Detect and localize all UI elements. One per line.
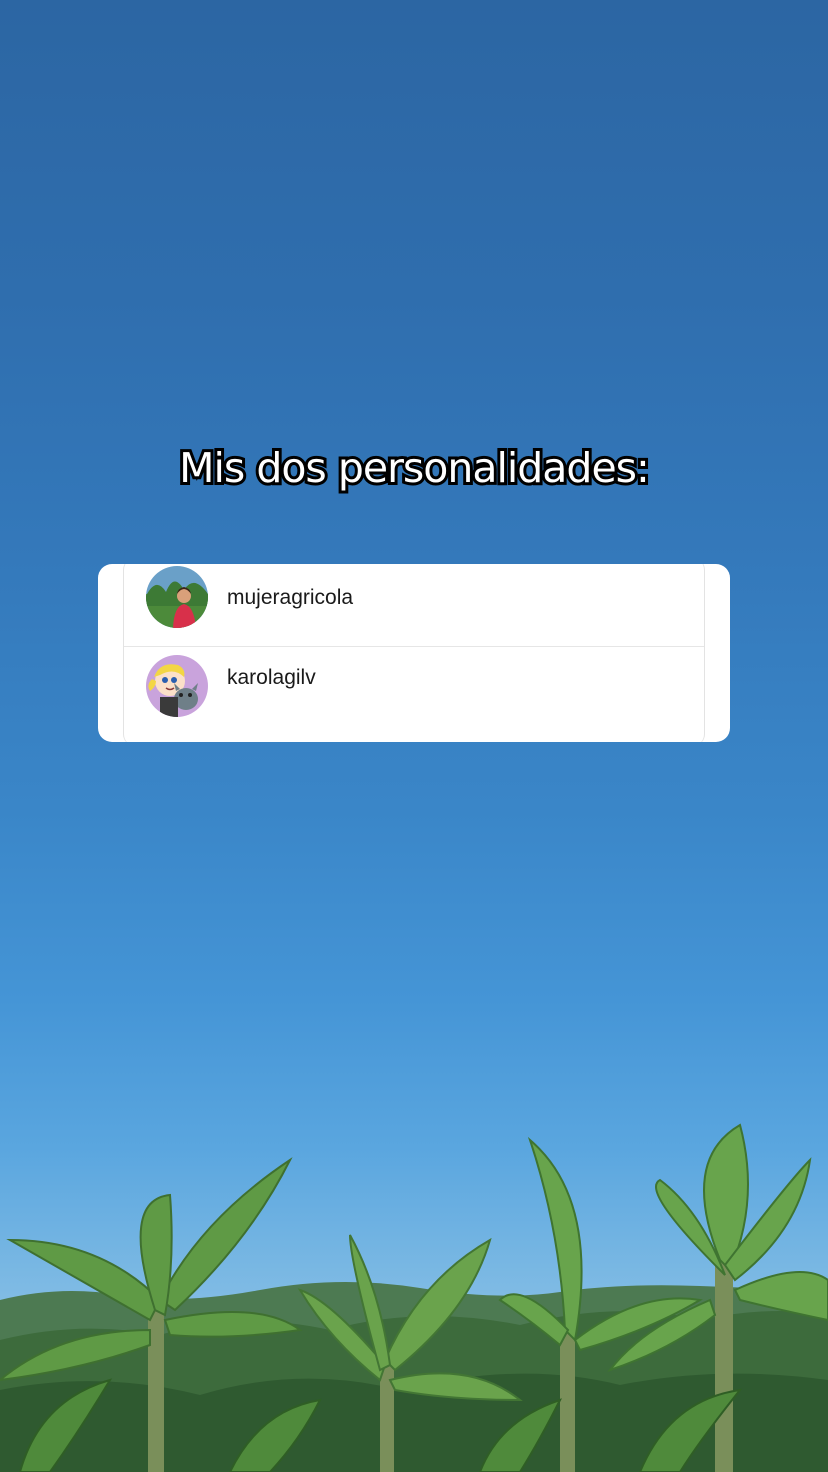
account-row-karolagilv[interactable]: karolagilv	[124, 648, 704, 730]
account-list: mujeragricola karolagilv	[123, 564, 705, 742]
account-username: karolagilv	[227, 666, 316, 689]
account-username: mujeragricola	[227, 586, 354, 609]
cartoon-girl-avatar-icon	[146, 655, 208, 717]
caption-text: Mis dos personalidades:	[176, 441, 653, 495]
account-switcher-card: mujeragricola karolagilv	[98, 564, 730, 742]
farm-woman-avatar-icon	[146, 566, 208, 628]
account-row-mujeragricola[interactable]: mujeragricola	[124, 564, 704, 647]
avatar	[146, 655, 208, 717]
avatar	[146, 566, 208, 628]
